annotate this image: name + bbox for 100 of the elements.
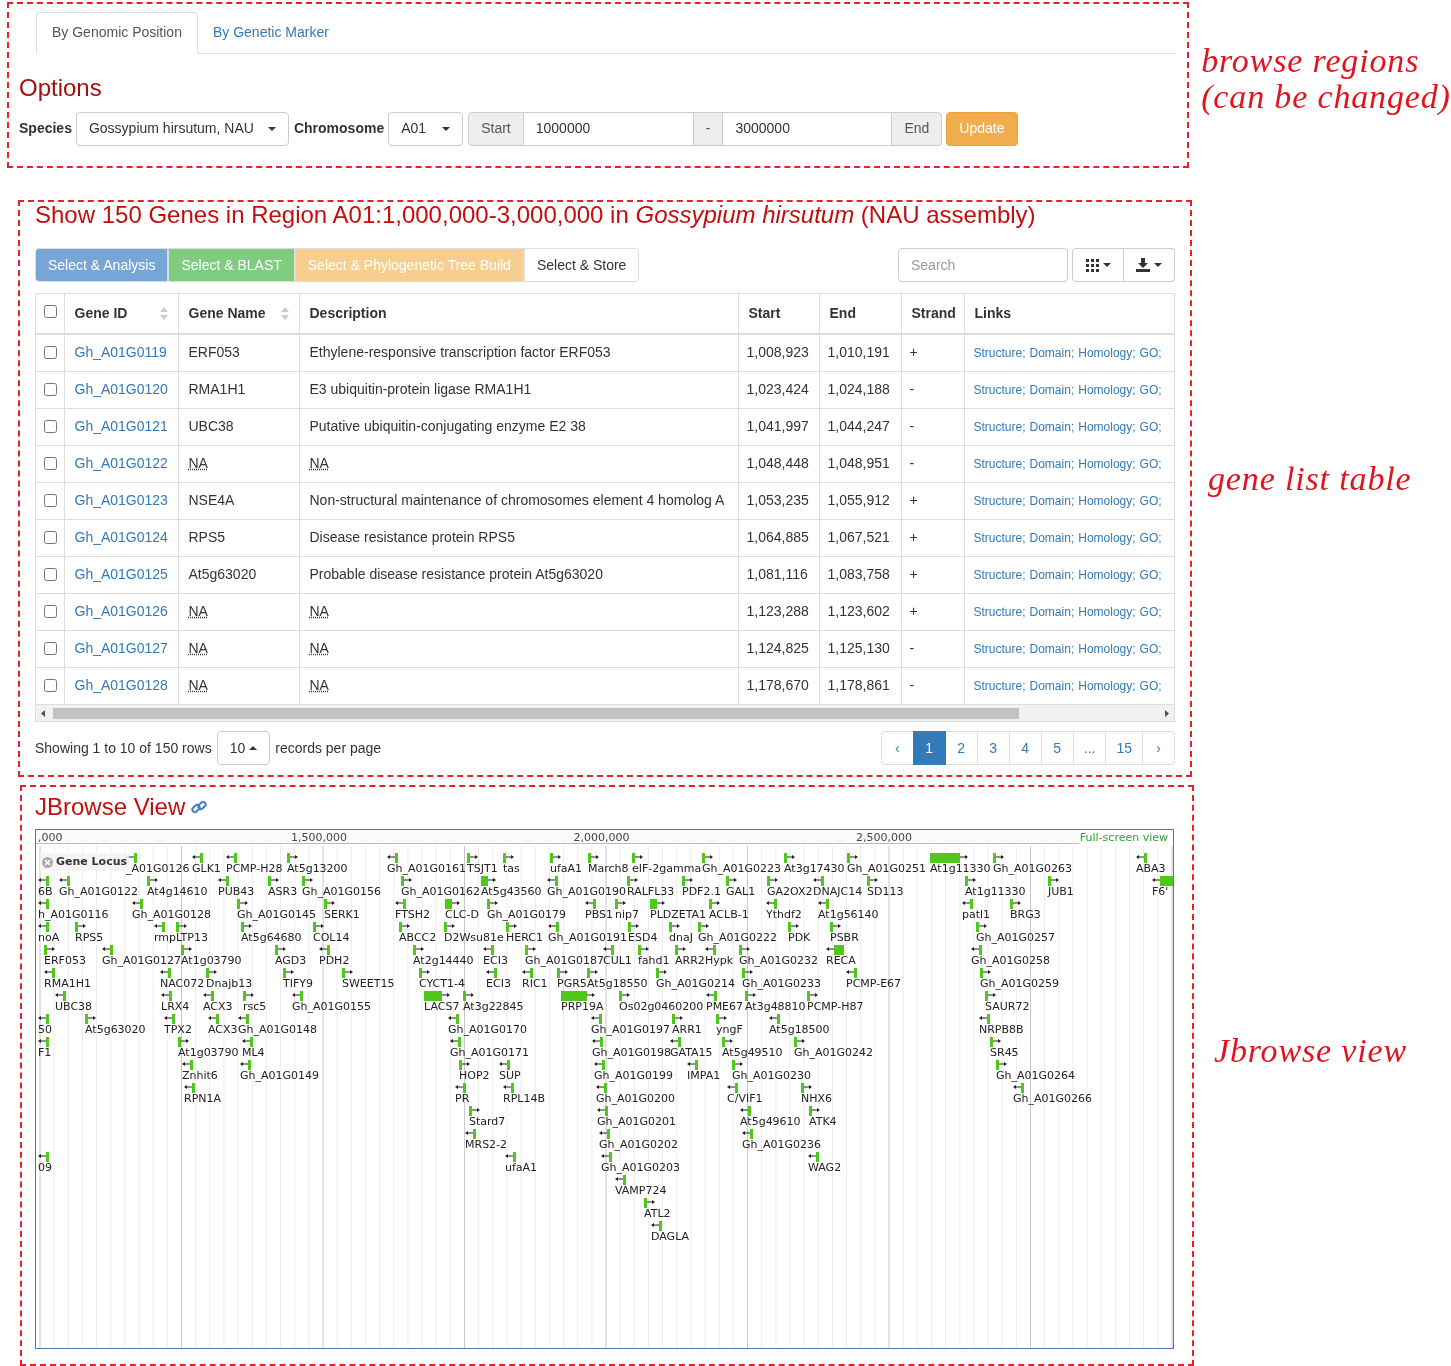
feature-label[interactable]: PLDZETA1: [650, 909, 707, 921]
feature-label[interactable]: yngF: [716, 1024, 743, 1036]
feature-label[interactable]: ARR1: [672, 1024, 702, 1036]
feature-label[interactable]: LACS7: [424, 1001, 460, 1013]
feature-label[interactable]: PDH2: [319, 955, 350, 967]
feature-label[interactable]: At5g18550: [587, 978, 648, 990]
gene-link[interactable]: Structure;: [973, 419, 1026, 434]
gene-link[interactable]: Homology;: [1078, 419, 1136, 434]
feature-label[interactable]: Gh_A01G0230: [732, 1070, 812, 1082]
feature-label[interactable]: At1g11330: [965, 886, 1026, 898]
feature-label[interactable]: GATA15: [670, 1047, 713, 1059]
gene-link[interactable]: Domain;: [1029, 604, 1075, 619]
gene-link[interactable]: Structure;: [973, 641, 1026, 656]
feature-label[interactable]: NHX6: [801, 1093, 833, 1105]
gene-id-link[interactable]: Gh_A01G0126: [74, 603, 168, 619]
feature-label[interactable]: PDK: [788, 932, 811, 944]
feature-label[interactable]: MRS2-2: [465, 1139, 508, 1151]
gene-id-link[interactable]: Gh_A01G0127: [74, 640, 168, 656]
select-all-checkbox[interactable]: [44, 305, 57, 318]
row-checkbox[interactable]: [44, 531, 57, 544]
feature-label[interactable]: At5g64680: [241, 932, 302, 944]
feature-label[interactable]: At4g14610: [147, 886, 208, 898]
tab[interactable]: By Genomic Position: [36, 11, 198, 54]
feature-label[interactable]: Gh_A01G0190: [547, 886, 627, 898]
start-input[interactable]: 1000000: [523, 111, 693, 146]
feature-label[interactable]: Gh_A01G0156: [302, 886, 382, 898]
gene-id-link[interactable]: Gh_A01G0125: [74, 566, 168, 582]
feature-label[interactable]: RPL14B: [503, 1093, 545, 1105]
action-button[interactable]: Select & Store: [523, 248, 640, 282]
feature-label[interactable]: 6B: [38, 886, 53, 898]
feature-label[interactable]: Gh_A01G0259: [980, 978, 1060, 990]
page-button[interactable]: 4: [1008, 731, 1042, 765]
feature-label[interactable]: ML4: [242, 1047, 265, 1059]
feature-label[interactable]: Gh_A01G0266: [1013, 1093, 1093, 1105]
feature-label[interactable]: Gh_A01G0214: [656, 978, 736, 990]
gene-link[interactable]: Structure;: [973, 604, 1026, 619]
feature-label[interactable]: Gh_A01G0263: [993, 863, 1073, 875]
feature-label[interactable]: Gh_A01G0199: [594, 1070, 674, 1082]
link-icon[interactable]: [191, 799, 208, 815]
feature-label[interactable]: COL14: [313, 932, 350, 944]
gene-link[interactable]: GO;: [1139, 567, 1162, 582]
row-checkbox[interactable]: [44, 605, 57, 618]
gene-link[interactable]: Domain;: [1029, 382, 1075, 397]
feature-label[interactable]: Gh_A01G0251: [847, 863, 927, 875]
feature-label[interactable]: ACX3: [208, 1024, 238, 1036]
feature-label[interactable]: PSBR: [830, 932, 859, 944]
feature-label[interactable]: RPS5: [75, 932, 104, 944]
feature-label[interactable]: LRX4: [161, 1001, 190, 1013]
gene-link[interactable]: Domain;: [1029, 345, 1075, 360]
feature-label[interactable]: LTP13: [176, 932, 208, 944]
feature-label[interactable]: SERK1: [324, 909, 360, 921]
page-button[interactable]: 5: [1040, 731, 1074, 765]
chromosome-select[interactable]: A01: [388, 111, 464, 146]
gene-link[interactable]: Structure;: [973, 382, 1026, 397]
feature-label[interactable]: Gh_A01G0162: [401, 886, 481, 898]
gene-link[interactable]: Homology;: [1078, 345, 1136, 360]
feature-label[interactable]: nip7: [615, 909, 639, 921]
horizontal-scrollbar[interactable]: [36, 704, 1174, 721]
feature-label[interactable]: RMA1H1: [44, 978, 91, 990]
feature-label[interactable]: JUB1: [1048, 886, 1074, 898]
row-checkbox[interactable]: [44, 679, 57, 693]
feature-label[interactable]: AGD3: [275, 955, 307, 967]
feature-label[interactable]: eIF-2gamma: [632, 863, 702, 875]
page-button[interactable]: ...: [1072, 731, 1107, 765]
gene-link[interactable]: Structure;: [973, 567, 1026, 582]
feature-label[interactable]: RALFL33: [627, 886, 675, 898]
feature-label[interactable]: Gh_A01G0203: [601, 1162, 681, 1174]
feature-label[interactable]: March8: [588, 863, 629, 875]
column-header[interactable]: Gene ID: [74, 303, 128, 324]
feature-label[interactable]: SR45: [990, 1047, 1019, 1059]
page-button[interactable]: 3: [976, 731, 1010, 765]
feature-label[interactable]: At5g18500: [769, 1024, 830, 1036]
gene-link[interactable]: GO;: [1139, 678, 1162, 693]
feature-label[interactable]: Gh_A01G0191: [548, 932, 628, 944]
feature-label[interactable]: ufaA1: [550, 863, 583, 875]
feature-label[interactable]: Gh_A01G0201: [597, 1116, 677, 1128]
feature-label[interactable]: DAGLA: [651, 1231, 690, 1243]
feature-label[interactable]: Gh_A01G0171: [450, 1047, 530, 1059]
feature-label[interactable]: Gh_A01G0161: [387, 863, 467, 875]
feature-label[interactable]: ESD4: [628, 932, 658, 944]
feature-label[interactable]: DNAJC14: [813, 886, 863, 898]
feature-label[interactable]: Stard7: [469, 1116, 506, 1128]
feature-label[interactable]: RPN1A: [184, 1093, 222, 1105]
feature-label[interactable]: Gh_A01G0200: [596, 1093, 676, 1105]
feature-label[interactable]: At5g43560: [481, 886, 542, 898]
feature-label[interactable]: At1g03790: [178, 1047, 239, 1059]
row-checkbox[interactable]: [44, 346, 57, 360]
gene-link[interactable]: Domain;: [1029, 641, 1075, 656]
feature-label[interactable]: Os02g0460200: [619, 1001, 704, 1013]
feature-label[interactable]: SAUR72: [985, 1001, 1030, 1013]
feature-label[interactable]: rmp: [154, 932, 177, 944]
feature-label[interactable]: C/VIF1: [727, 1093, 763, 1105]
feature-label[interactable]: Gh_A01G0127: [102, 955, 182, 967]
feature-label[interactable]: Gh_A01G0122: [59, 886, 139, 898]
feature-label[interactable]: At5g63020: [85, 1024, 146, 1036]
feature-label[interactable]: PME67: [706, 1001, 744, 1013]
feature-label[interactable]: noA: [38, 932, 60, 944]
gene-id-link[interactable]: Gh_A01G0121: [74, 418, 168, 434]
feature-label[interactable]: ARR2: [675, 955, 705, 967]
gene-link[interactable]: Structure;: [973, 678, 1026, 693]
